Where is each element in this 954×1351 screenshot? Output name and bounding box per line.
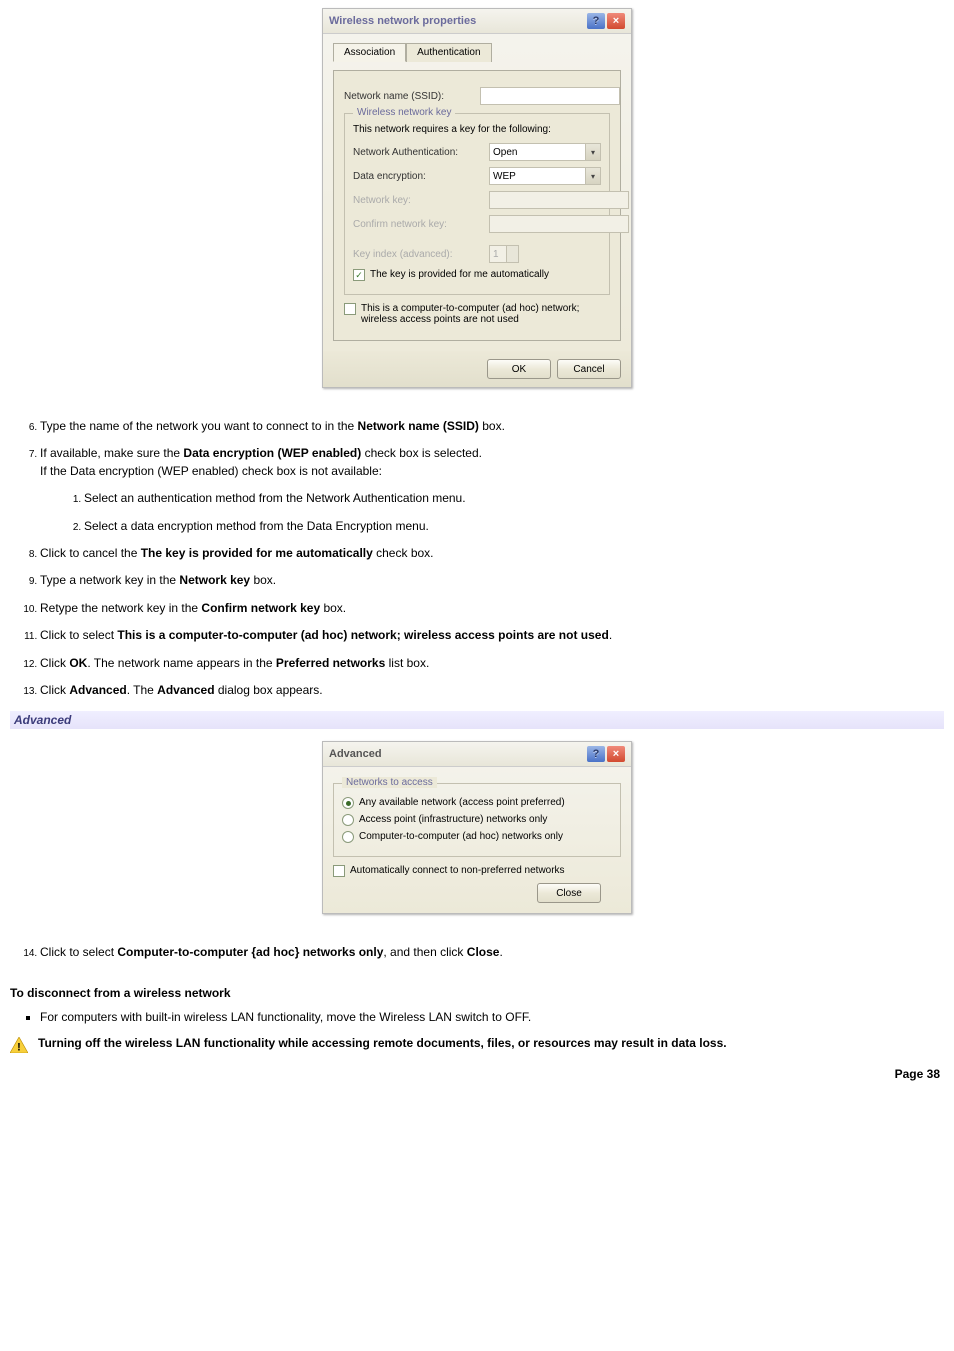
step-7: If available, make sure the Data encrypt…	[40, 445, 944, 535]
close-icon[interactable]: ×	[607, 746, 625, 762]
tab-authentication[interactable]: Authentication	[406, 43, 491, 62]
chevron-down-icon: ▾	[585, 168, 600, 184]
dialog-title: Advanced	[329, 748, 382, 760]
network-key-input	[489, 191, 629, 209]
advanced-heading: Advanced	[10, 711, 944, 729]
warning-row: ! Turning off the wireless LAN functiona…	[10, 1036, 944, 1053]
radio-label: Access point (infrastructure) networks o…	[359, 814, 547, 825]
auth-select[interactable]: Open ▾	[489, 143, 601, 161]
ok-button[interactable]: OK	[487, 359, 551, 379]
substep-1: Select an authentication method from the…	[84, 490, 944, 507]
radio-adhoc[interactable]	[342, 831, 354, 843]
disconnect-heading: To disconnect from a wireless network	[10, 986, 944, 1000]
ssid-label: Network name (SSID):	[344, 91, 474, 102]
dialog-title: Wireless network properties	[329, 15, 476, 27]
key-index-label: Key index (advanced):	[353, 249, 483, 260]
enc-value: WEP	[493, 171, 516, 182]
dialog-titlebar: Advanced ? ×	[323, 742, 631, 767]
step-10: Retype the network key in the Confirm ne…	[40, 600, 944, 617]
key-index-stepper: 1	[489, 245, 519, 263]
step-14: Click to select Computer-to-computer {ad…	[40, 944, 944, 961]
auto-connect-checkbox[interactable]	[333, 865, 345, 877]
close-icon[interactable]: ×	[607, 13, 625, 29]
instruction-list: Type the name of the network you want to…	[10, 418, 944, 699]
advanced-dialog: Advanced ? × Networks to access Any avai…	[322, 741, 632, 914]
auto-key-checkbox[interactable]: ✓	[353, 269, 365, 281]
step-9: Type a network key in the Network key bo…	[40, 572, 944, 589]
substep-list: Select an authentication method from the…	[40, 490, 944, 535]
ssid-input[interactable]	[480, 87, 620, 105]
warning-icon: !	[10, 1037, 28, 1053]
tab-strip: Association Authentication	[333, 42, 621, 61]
close-button[interactable]: Close	[537, 883, 601, 903]
step-8: Click to cancel the The key is provided …	[40, 545, 944, 562]
enc-select[interactable]: WEP ▾	[489, 167, 601, 185]
key-label: Network key:	[353, 195, 483, 206]
auth-label: Network Authentication:	[353, 147, 483, 158]
radio-label: Any available network (access point pref…	[359, 797, 565, 808]
help-icon[interactable]: ?	[587, 746, 605, 762]
auth-value: Open	[493, 147, 517, 158]
tab-panel: Network name (SSID): Wireless network ke…	[333, 70, 621, 341]
radio-any-network[interactable]	[342, 797, 354, 809]
tab-association[interactable]: Association	[333, 43, 406, 62]
chevron-down-icon: ▾	[585, 144, 600, 160]
svg-text:!: !	[17, 1041, 21, 1053]
wireless-key-group: Wireless network key This network requir…	[344, 113, 610, 295]
group-legend: Networks to access	[342, 777, 437, 788]
requires-text: This network requires a key for the foll…	[353, 124, 601, 135]
auto-key-label: The key is provided for me automatically	[370, 269, 549, 280]
auto-connect-label: Automatically connect to non-preferred n…	[350, 865, 565, 876]
cancel-button[interactable]: Cancel	[557, 359, 621, 379]
radio-access-point[interactable]	[342, 814, 354, 826]
dialog-titlebar: Wireless network properties ? ×	[323, 9, 631, 34]
disconnect-item: For computers with built-in wireless LAN…	[40, 1010, 944, 1024]
adhoc-checkbox[interactable]	[344, 303, 356, 315]
step-12: Click OK. The network name appears in th…	[40, 655, 944, 672]
networks-to-access-group: Networks to access Any available network…	[333, 783, 621, 857]
radio-label: Computer-to-computer (ad hoc) networks o…	[359, 831, 563, 842]
confirm-key-input	[489, 215, 629, 233]
step-13: Click Advanced. The Advanced dialog box …	[40, 682, 944, 699]
adhoc-label: This is a computer-to-computer (ad hoc) …	[361, 303, 610, 325]
warning-text: Turning off the wireless LAN functionali…	[38, 1036, 727, 1050]
substep-2: Select a data encryption method from the…	[84, 518, 944, 535]
group-legend: Wireless network key	[353, 107, 455, 118]
step-6: Type the name of the network you want to…	[40, 418, 944, 435]
disconnect-list: For computers with built-in wireless LAN…	[10, 1010, 944, 1024]
wireless-properties-dialog: Wireless network properties ? × Associat…	[322, 8, 632, 388]
confirm-key-label: Confirm network key:	[353, 219, 483, 230]
help-icon[interactable]: ?	[587, 13, 605, 29]
instruction-list-cont: Click to select Computer-to-computer {ad…	[10, 944, 944, 961]
page-number: Page 38	[10, 1067, 944, 1081]
step-11: Click to select This is a computer-to-co…	[40, 627, 944, 644]
enc-label: Data encryption:	[353, 171, 483, 182]
dialog-button-row: OK Cancel	[323, 351, 631, 387]
